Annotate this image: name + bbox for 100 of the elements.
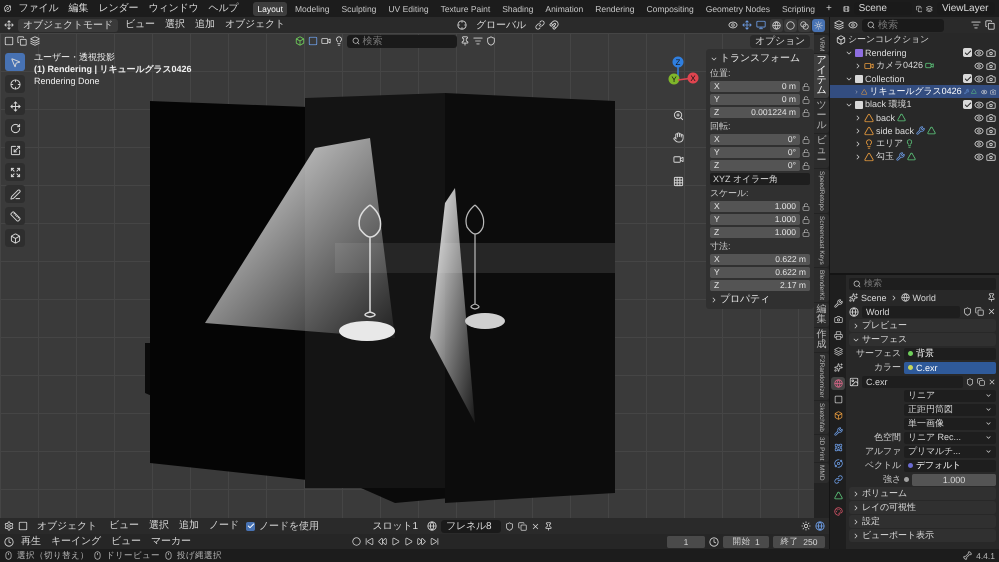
sidebar-tab[interactable]: ツール bbox=[814, 99, 829, 134]
camera-icon[interactable] bbox=[990, 86, 996, 96]
panel-header[interactable]: プレビュー bbox=[849, 319, 996, 332]
socket-field[interactable]: C.exr bbox=[904, 362, 996, 374]
dropdown[interactable]: 単一画像 bbox=[904, 418, 996, 430]
lock-icon[interactable] bbox=[802, 108, 810, 116]
number-field[interactable]: Z 1.000 bbox=[710, 227, 800, 238]
menu-item[interactable]: 追加 bbox=[176, 519, 202, 533]
socket-field[interactable]: デフォルト bbox=[904, 460, 996, 472]
number-field[interactable]: X 0° bbox=[710, 134, 800, 145]
number-field[interactable]: Z 0.001224 m bbox=[710, 107, 800, 118]
menu-item[interactable]: オブジェクト bbox=[222, 18, 288, 32]
new-collection-icon[interactable] bbox=[985, 20, 995, 30]
workspace-tab[interactable]: UV Editing bbox=[384, 2, 433, 16]
tool-button[interactable] bbox=[5, 229, 25, 247]
dropdown[interactable]: プリマルチ... bbox=[904, 446, 996, 458]
image-field[interactable]: C.exr bbox=[862, 376, 963, 388]
tool-button[interactable] bbox=[5, 207, 25, 225]
breadcrumb-item[interactable]: World bbox=[912, 292, 936, 302]
shading-mode-button[interactable] bbox=[770, 18, 783, 32]
panel-header[interactable]: ビューポート表示 bbox=[849, 529, 996, 542]
number-field[interactable]: Z 2.17 m bbox=[710, 280, 810, 291]
lock-icon[interactable] bbox=[802, 216, 810, 224]
menu-item[interactable]: ビュー bbox=[122, 18, 158, 32]
mesh-data-icon[interactable] bbox=[907, 152, 916, 161]
workspace-tab[interactable]: Shading bbox=[498, 2, 538, 16]
menu-item[interactable]: レンダー bbox=[95, 2, 142, 16]
menu-item[interactable]: ヘルプ bbox=[205, 2, 242, 16]
tool-button[interactable] bbox=[5, 75, 25, 93]
menu-item[interactable]: マーカー bbox=[148, 534, 194, 548]
tool-button[interactable] bbox=[5, 141, 25, 159]
zoom-icon[interactable] bbox=[672, 110, 684, 120]
jump-start-icon[interactable] bbox=[365, 537, 374, 546]
visibility-icon[interactable] bbox=[728, 20, 738, 30]
panel-header[interactable]: 設定 bbox=[849, 515, 996, 528]
tool-button[interactable] bbox=[5, 185, 25, 203]
camera-data-icon[interactable] bbox=[925, 61, 934, 70]
outliner-row[interactable]: 勾玉 bbox=[830, 150, 999, 163]
sidebar-tab[interactable]: ビュー bbox=[814, 134, 829, 168]
eye-icon[interactable] bbox=[974, 100, 984, 110]
chevron-right-icon[interactable] bbox=[854, 62, 862, 70]
outliner-row[interactable]: カメラ0426 bbox=[830, 59, 999, 72]
eye-icon[interactable] bbox=[974, 112, 984, 122]
workspace-tab[interactable]: Geometry Nodes bbox=[702, 2, 774, 16]
camera-filter-icon[interactable] bbox=[320, 36, 330, 46]
number-field[interactable]: Y 0° bbox=[710, 147, 800, 158]
backdrop-icon[interactable] bbox=[801, 521, 811, 531]
subtract-mode-icon[interactable] bbox=[30, 36, 40, 46]
rotation-mode-dropdown[interactable]: XYZ オイラー角 bbox=[710, 173, 810, 185]
use-nodes-checkbox[interactable] bbox=[246, 522, 255, 530]
mesh-data-icon[interactable] bbox=[897, 113, 906, 122]
jump-end-icon[interactable] bbox=[430, 537, 439, 546]
eye-icon[interactable] bbox=[974, 48, 984, 58]
grid-icon[interactable] bbox=[672, 176, 684, 186]
menu-item[interactable]: ウィンドウ bbox=[145, 2, 202, 16]
search-field[interactable]: 検索 bbox=[346, 34, 456, 48]
eye-icon[interactable] bbox=[974, 74, 984, 84]
close-icon[interactable] bbox=[988, 378, 996, 386]
shading-mode-button[interactable] bbox=[784, 18, 797, 32]
chevron-right-icon[interactable] bbox=[710, 296, 718, 304]
lock-icon[interactable] bbox=[802, 148, 810, 156]
number-field[interactable]: Z 0° bbox=[710, 160, 800, 171]
object-types-icon[interactable] bbox=[294, 36, 304, 46]
fake-user-icon[interactable] bbox=[963, 307, 972, 316]
number-field[interactable]: Y 0 m bbox=[710, 94, 800, 105]
fake-user-icon[interactable] bbox=[966, 378, 974, 386]
workspace-tab[interactable]: Animation bbox=[541, 2, 588, 16]
outliner-row[interactable]: リキュールグラス0426 bbox=[830, 85, 999, 98]
extend-mode-icon[interactable] bbox=[17, 36, 27, 46]
display-mode-icon[interactable] bbox=[848, 20, 858, 30]
number-field[interactable]: X 0 m bbox=[710, 81, 800, 92]
record-icon[interactable] bbox=[352, 537, 361, 546]
fake-user-icon[interactable] bbox=[505, 522, 514, 530]
lock-icon[interactable] bbox=[802, 202, 810, 210]
camera-view-icon[interactable] bbox=[672, 154, 684, 164]
workspace-tab[interactable]: Compositing bbox=[642, 2, 698, 16]
world-icon[interactable] bbox=[815, 521, 825, 531]
editor-type-icon[interactable] bbox=[4, 521, 14, 531]
dropdown[interactable]: リニア bbox=[904, 390, 996, 402]
menu-item[interactable]: ビュー bbox=[108, 534, 144, 548]
dropdown[interactable]: リニア Rec... bbox=[904, 432, 996, 444]
end-frame-field[interactable]: 終了 250 bbox=[773, 536, 825, 548]
camera-icon[interactable] bbox=[986, 60, 996, 70]
number-field[interactable]: X 1.000 bbox=[710, 201, 800, 212]
outliner-row[interactable]: back bbox=[830, 111, 999, 124]
globe-icon[interactable] bbox=[849, 306, 859, 316]
next-keyframe-icon[interactable] bbox=[417, 537, 426, 546]
filter-icon[interactable] bbox=[971, 20, 981, 30]
pin-icon[interactable] bbox=[460, 36, 470, 46]
wrench-icon[interactable] bbox=[896, 152, 905, 161]
options-dropdown[interactable]: オプション bbox=[750, 34, 810, 48]
shading-mode-button[interactable] bbox=[798, 18, 811, 32]
menu-item[interactable]: ノード bbox=[206, 519, 242, 533]
hand-icon[interactable] bbox=[672, 132, 684, 142]
wrench-icon[interactable] bbox=[916, 126, 926, 135]
lock-icon[interactable] bbox=[802, 162, 810, 170]
shader-type-icon[interactable] bbox=[18, 521, 28, 531]
lock-icon[interactable] bbox=[802, 228, 810, 236]
eye-icon[interactable] bbox=[974, 126, 984, 136]
number-field[interactable]: X 0.622 m bbox=[710, 254, 810, 265]
